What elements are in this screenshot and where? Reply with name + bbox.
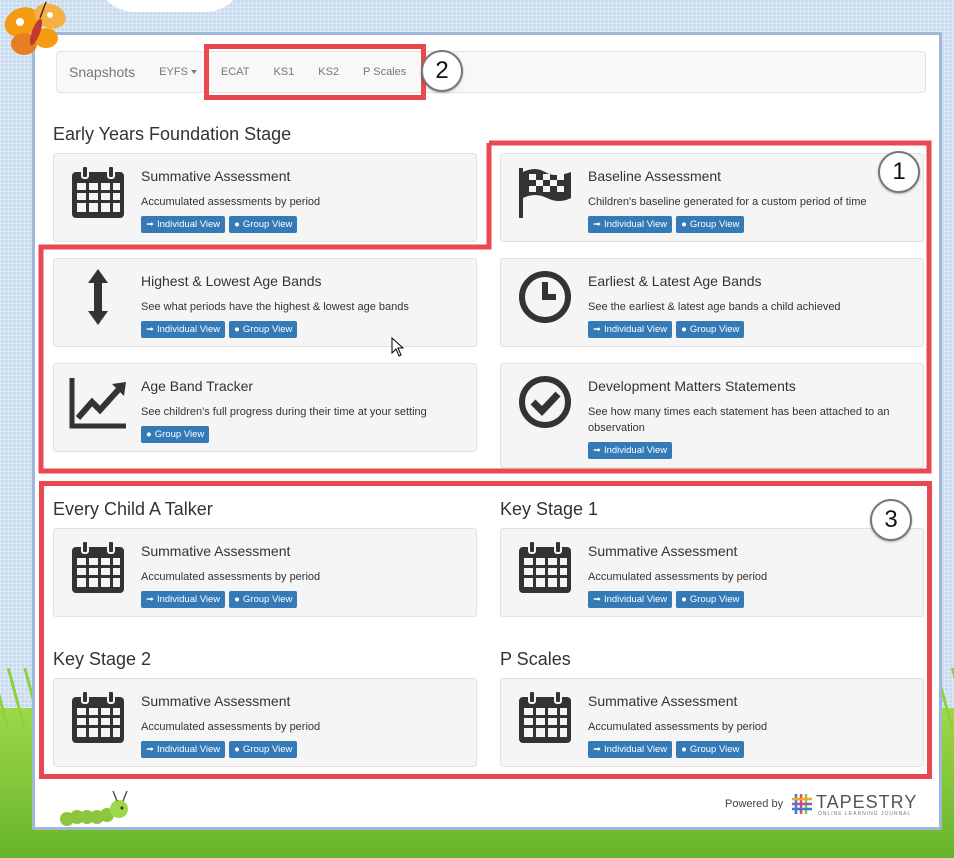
tapestry-logo-subtitle: ONLINE LEARNING JOURNAL (818, 811, 912, 817)
button-label: Group View (242, 744, 293, 755)
snapshots-navbar: Snapshots EYFS ECAT KS1 KS2 P Scales (56, 51, 926, 93)
card-summative-ks2: Summative Assessment Accumulated assessm… (53, 678, 477, 767)
section-title-ks1: Key Stage 1 (500, 499, 599, 519)
card-buttons: ➟ Individual View ● Group View (141, 741, 298, 758)
group-icon: ● (234, 744, 240, 755)
powered-by-label: Powered by (725, 798, 784, 810)
callout-1: 1 (878, 151, 920, 193)
calendar-icon (72, 540, 124, 593)
button-label: Individual View (603, 744, 668, 755)
group-view-button[interactable]: ● Group View (676, 591, 745, 608)
button-label: Group View (689, 594, 740, 605)
calendar-icon (72, 690, 124, 743)
card-buttons: ➟ Individual View ● Group View (588, 741, 745, 758)
person-icon: ➟ (146, 594, 154, 605)
card-summative-pscales: Summative Assessment Accumulated assessm… (500, 678, 924, 767)
card-description: Accumulated assessments by period (141, 721, 321, 733)
button-label: Individual View (603, 594, 668, 605)
group-view-button[interactable]: ● Group View (229, 741, 298, 758)
individual-view-button[interactable]: ➟ Individual View (141, 591, 226, 608)
person-icon: ➟ (593, 744, 601, 755)
butterfly-decoration (4, 1, 66, 55)
group-icon: ● (681, 594, 687, 605)
card-summative-ecat: Summative Assessment Accumulated assessm… (53, 528, 477, 617)
person-icon: ➟ (146, 744, 154, 755)
card-description: Accumulated assessments by period (588, 721, 768, 733)
card-title: Summative Assessment (141, 693, 291, 709)
card-title: Summative Assessment (141, 543, 291, 559)
tapestry-logo-text: TAPESTRY (816, 792, 918, 812)
nav-ks2[interactable]: KS2 (306, 66, 351, 78)
individual-view-button[interactable]: ➟ Individual View (588, 741, 673, 758)
nav-ks1[interactable]: KS1 (261, 66, 306, 78)
group-icon: ● (234, 594, 240, 605)
card-title: Summative Assessment (588, 693, 738, 709)
group-view-button[interactable]: ● Group View (676, 741, 745, 758)
card-buttons: ➟ Individual View ● Group View (588, 591, 745, 608)
button-label: Individual View (156, 594, 221, 605)
nav-eyfs-label: EYFS (159, 66, 188, 78)
section-title-ks2: Key Stage 2 (53, 649, 152, 669)
person-icon: ➟ (593, 594, 601, 605)
highlight-box-1 (38, 140, 932, 474)
mouse-cursor-icon (391, 337, 405, 357)
section-title-ecat: Every Child A Talker (53, 499, 213, 519)
calendar-icon (519, 540, 571, 593)
caret-down-icon (190, 70, 197, 75)
card-title: Summative Assessment (588, 543, 738, 559)
calendar-icon (519, 690, 571, 743)
group-view-button[interactable]: ● Group View (229, 591, 298, 608)
individual-view-button[interactable]: ➟ Individual View (141, 741, 226, 758)
nav-ecat[interactable]: ECAT (209, 66, 262, 78)
group-icon: ● (681, 744, 687, 755)
section-title-pscales: P Scales (500, 649, 571, 669)
card-summative-ks1: Summative Assessment Accumulated assessm… (500, 528, 924, 617)
card-description: Accumulated assessments by period (588, 571, 768, 583)
card-description: Accumulated assessments by period (141, 571, 321, 583)
card-buttons: ➟ Individual View ● Group View (141, 591, 298, 608)
callout-3: 3 (870, 499, 912, 541)
individual-view-button[interactable]: ➟ Individual View (588, 591, 673, 608)
nav-eyfs-dropdown[interactable]: EYFS (147, 66, 209, 78)
button-label: Group View (689, 744, 740, 755)
tapestry-logo-icon (792, 794, 812, 814)
button-label: Group View (242, 594, 293, 605)
nav-pscales[interactable]: P Scales (351, 66, 418, 78)
button-label: Individual View (156, 744, 221, 755)
caterpillar-logo (60, 790, 128, 826)
callout-2: 2 (421, 50, 463, 92)
